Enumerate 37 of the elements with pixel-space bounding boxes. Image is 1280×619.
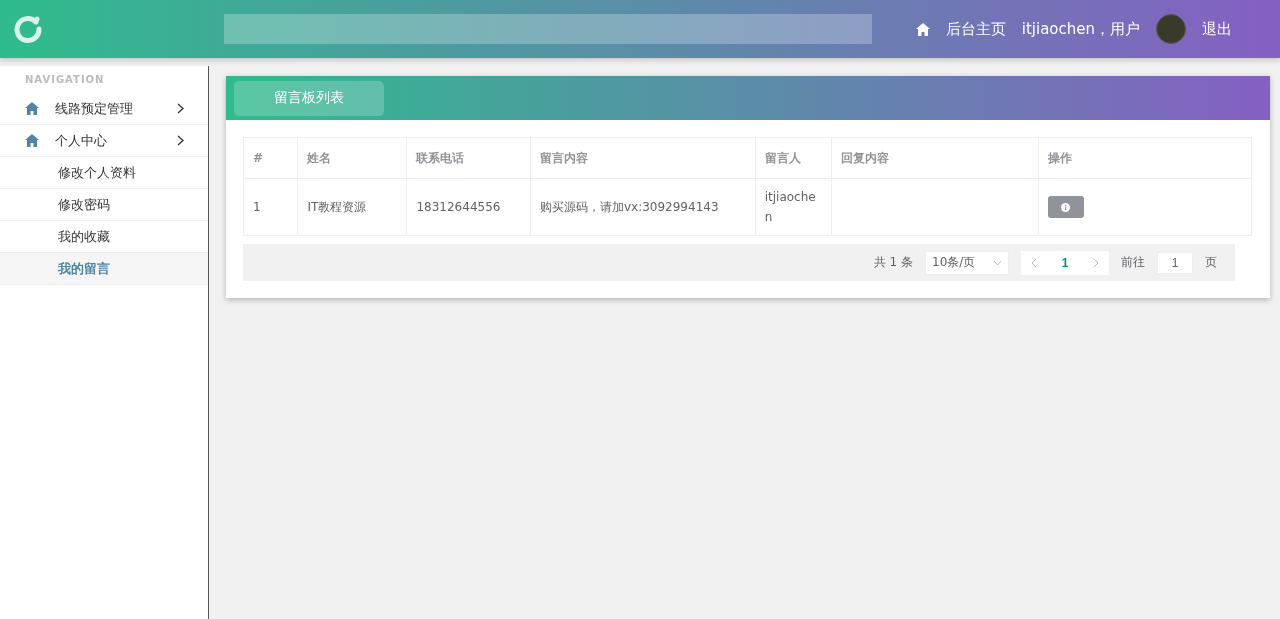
page-input[interactable]: 1 <box>1157 251 1193 274</box>
logo-icon <box>14 14 44 44</box>
chevron-left-icon[interactable] <box>1030 257 1037 268</box>
admin-home-link[interactable]: 后台主页 <box>945 19 1006 39</box>
home-icon <box>25 134 39 147</box>
page-number[interactable]: 1 <box>1055 254 1075 271</box>
search-field[interactable] <box>224 14 872 44</box>
goto-label: 前往 <box>1121 254 1145 271</box>
column-header: 联系电话 <box>406 137 531 179</box>
page-suffix: 页 <box>1205 254 1217 271</box>
chevron-right-icon[interactable] <box>1093 257 1100 268</box>
column-header: 回复内容 <box>831 137 1038 179</box>
column-header: 留言人 <box>755 137 832 179</box>
table-cell: itjiaochen <box>755 178 832 236</box>
table-cell: 1 <box>243 178 298 236</box>
chevron-down-icon <box>993 259 1002 266</box>
home-icon <box>25 102 39 115</box>
info-icon <box>1061 202 1070 212</box>
column-header: # <box>243 137 298 179</box>
user-greeting: itjiaochen，用户 <box>1021 19 1140 39</box>
table-cell: 购买源码，请加vx:3092994143 <box>530 178 756 236</box>
chevron-right-icon <box>177 103 184 114</box>
sidebar-heading: NAVIGATION <box>24 73 106 87</box>
avatar[interactable] <box>1156 14 1186 44</box>
total-count: 共 1 条 <box>873 254 913 271</box>
sidebar-subitem[interactable]: 我的留言 <box>0 253 208 285</box>
logout-link[interactable]: 退出 <box>1202 19 1232 39</box>
table-cell: 18312644556 <box>406 178 531 236</box>
info-button[interactable] <box>1047 196 1084 218</box>
page-size-select[interactable]: 10条/页 <box>925 250 1009 275</box>
column-header: 留言内容 <box>530 137 756 179</box>
sidebar-menu-item[interactable]: 线路预定管理 <box>0 93 208 125</box>
column-header: 姓名 <box>297 137 407 179</box>
chevron-right-icon <box>177 135 184 146</box>
column-header: 操作 <box>1038 137 1252 179</box>
home-icon[interactable] <box>915 22 930 36</box>
table-cell: IT教程资源 <box>297 178 407 236</box>
